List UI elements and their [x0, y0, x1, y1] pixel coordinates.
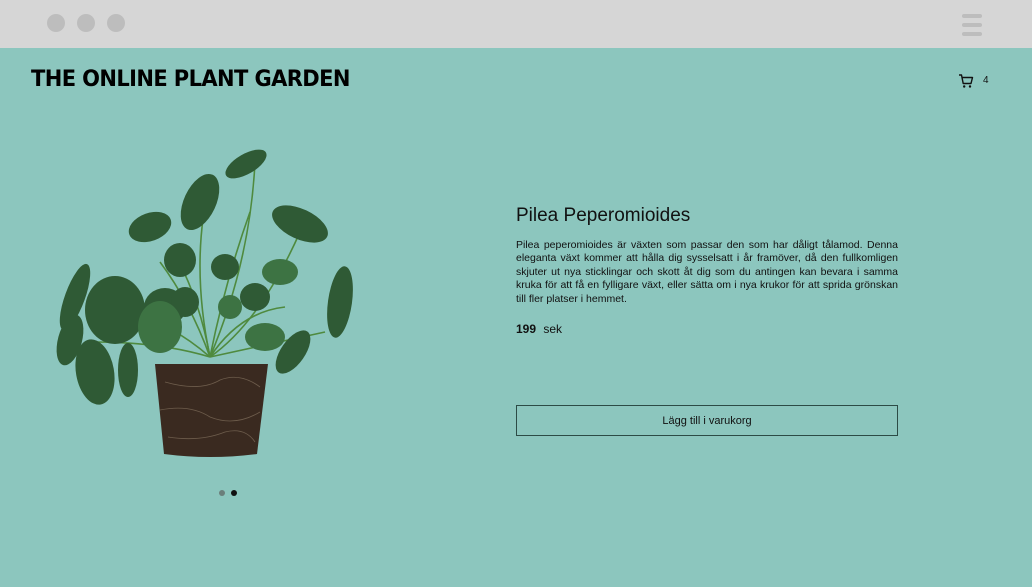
carousel-dot-2[interactable]: [231, 490, 237, 496]
price-currency: sek: [543, 322, 563, 337]
window-minimize-dot[interactable]: [77, 14, 95, 32]
product-title: Pilea Peperomioides: [516, 205, 691, 226]
hamburger-icon[interactable]: [962, 14, 982, 36]
product-page: THE ONLINE PLANT GARDEN 4 Pilea Peperomi…: [0, 48, 1032, 587]
cart-button[interactable]: 4: [958, 73, 994, 93]
product-info: Pilea Peperomioides Pilea peperomioides …: [516, 204, 898, 336]
window-close-dot[interactable]: [47, 14, 65, 32]
browser-chrome: [0, 0, 1032, 48]
add-to-cart-button[interactable]: Lägg till i varukorg: [516, 405, 898, 436]
product-description: Pilea peperomioides är växten som passar…: [516, 239, 898, 305]
price-value: 199: [516, 322, 537, 337]
carousel-indicators: [218, 490, 240, 498]
window-maximize-dot[interactable]: [107, 14, 125, 32]
product-image: [56, 149, 353, 457]
cart-icon: [959, 74, 974, 88]
product-price: 199 sek: [516, 322, 898, 336]
cart-count: 4: [983, 75, 989, 86]
carousel-dot-1[interactable]: [219, 490, 225, 496]
site-logo[interactable]: THE ONLINE PLANT GARDEN: [31, 66, 350, 91]
